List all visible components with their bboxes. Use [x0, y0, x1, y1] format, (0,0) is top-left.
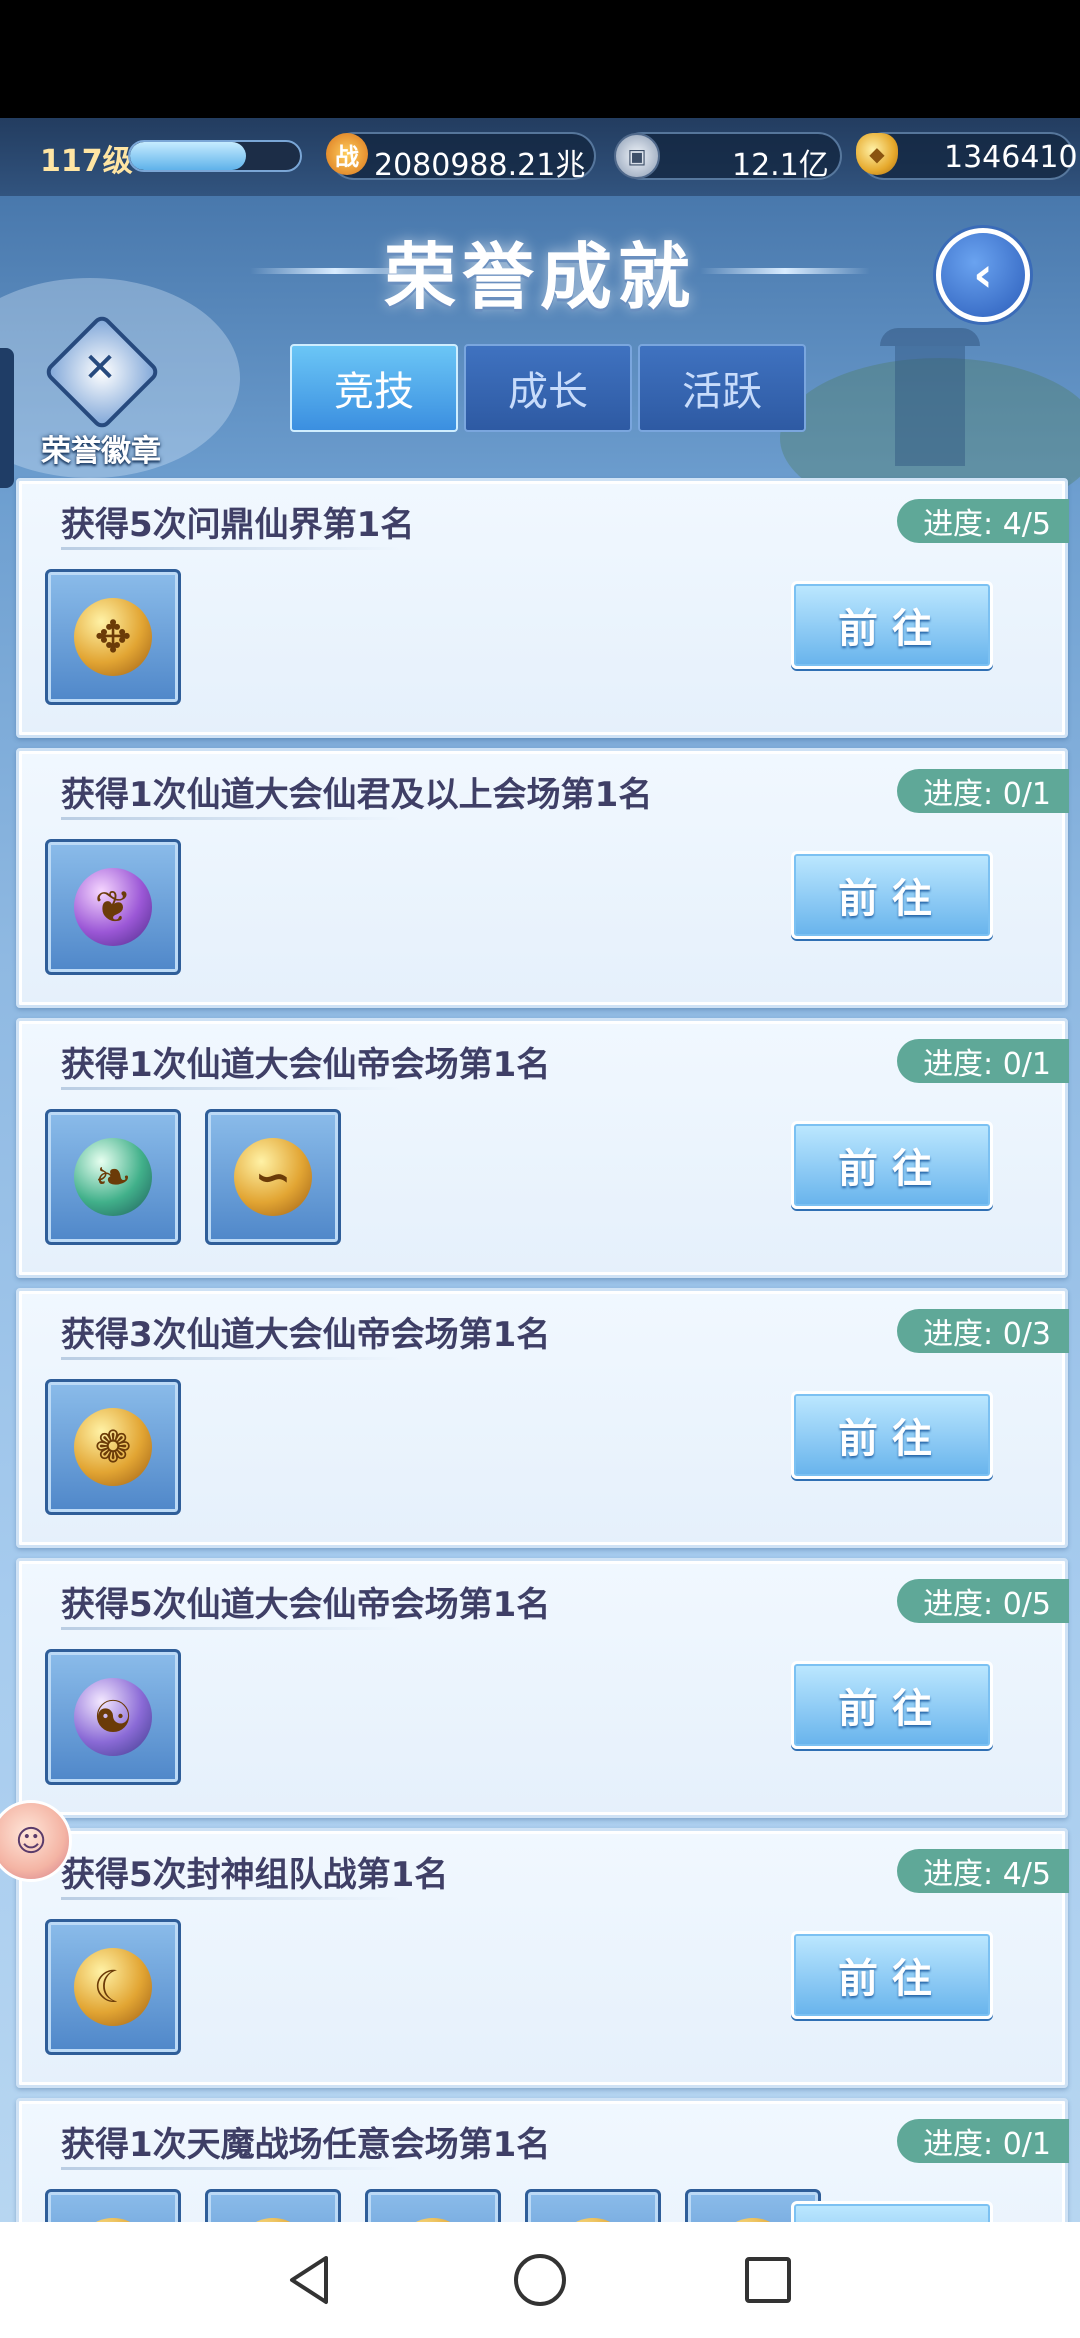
coin-value: 12.1亿 — [732, 148, 829, 183]
coin-pill: ▣ 12.1亿 — [614, 132, 842, 183]
gold-emblem-icon: ✥ — [74, 598, 152, 676]
silver-coin-icon: ▣ — [614, 133, 660, 179]
reward-slot[interactable]: ☯ — [45, 1649, 181, 1785]
power-value: 2080988.21兆 — [374, 148, 586, 183]
power-icon: 战 — [326, 133, 368, 175]
game-screen: 117级 战 2080988.21兆 ▣ 12.1亿 ◆ 1346410 荣誉成… — [0, 118, 1080, 2222]
reward-slot[interactable]: ✦ — [525, 2189, 661, 2222]
tab-arena[interactable]: 竞技 — [290, 344, 458, 432]
xp-bar — [128, 140, 302, 172]
nav-recents-button[interactable] — [738, 2250, 798, 2310]
resource-bar: 117级 战 2080988.21兆 ▣ 12.1亿 ◆ 1346410 — [0, 118, 1080, 196]
reward-slot[interactable]: ✦ — [365, 2189, 501, 2222]
achievement-card: 获得1次天魔战场任意会场第1名进度: 0/1✦✦✦✦✦前往 — [16, 2098, 1069, 2222]
side-drawer-handle[interactable] — [0, 348, 14, 488]
home-circle-icon — [514, 2254, 566, 2306]
achievement-title: 获得5次封神组队战第1名 — [61, 1855, 449, 1895]
title-underline — [61, 547, 401, 550]
achievement-title: 获得5次仙道大会仙帝会场第1名 — [61, 1585, 551, 1625]
achievement-title: 获得1次仙道大会仙君及以上会场第1名 — [61, 775, 653, 815]
gold-crescent-icon: ☾ — [74, 1948, 152, 2026]
gold-pill: ◆ 1346410 — [856, 132, 1078, 180]
achievement-title: 获得1次天魔战场任意会场第1名 — [61, 2125, 551, 2165]
achievement-card: 获得5次封神组队战第1名 进度: 4/5 ☾ 前往 — [16, 1828, 1069, 2088]
achievement-title: 获得5次问鼎仙界第1名 — [61, 505, 415, 545]
player-level: 117级 — [40, 144, 133, 179]
badge-label: 荣誉徽章 — [41, 434, 161, 469]
reward-slot[interactable]: ❧ — [45, 1109, 181, 1245]
achievement-card: 获得5次仙道大会仙帝会场第1名 进度: 0/5 ☯ 前往 — [16, 1558, 1069, 1818]
achievement-title: 获得1次仙道大会仙帝会场第1名 — [61, 1045, 551, 1085]
gold-flame-icon: ❁ — [74, 1408, 152, 1486]
achievement-card: 获得3次仙道大会仙帝会场第1名 进度: 0/3 ❁ 前往 — [16, 1288, 1069, 1548]
title-underline — [61, 1087, 401, 1090]
reward-slot[interactable]: ✦ — [45, 2189, 181, 2222]
tab-active[interactable]: 活跃 — [638, 344, 806, 432]
title-underline — [61, 1357, 401, 1360]
nav-back-button[interactable] — [280, 2250, 340, 2310]
back-triangle-icon — [290, 2256, 328, 2304]
gold-value: 1346410 — [944, 140, 1078, 175]
progress-badge: 进度: 0/5 — [897, 1579, 1069, 1623]
go-button[interactable]: 前往 — [791, 1661, 993, 1749]
go-button[interactable]: 前往 — [791, 1121, 993, 1209]
gold-ingot-icon: ◆ — [856, 133, 898, 175]
go-button[interactable]: 前往 — [791, 1391, 993, 1479]
achievement-card: 获得1次仙道大会仙君及以上会场第1名 进度: 0/1 ❦ 前往 — [16, 748, 1069, 1008]
purple-wings-icon: ❦ — [74, 868, 152, 946]
gold-dragon-icon: ∽ — [234, 1138, 312, 1216]
progress-badge: 进度: 4/5 — [897, 1849, 1069, 1893]
progress-badge: 进度: 0/1 — [897, 769, 1069, 813]
tab-growth[interactable]: 成长 — [464, 344, 632, 432]
title-underline — [61, 817, 401, 820]
reward-slot[interactable]: ✦ — [205, 2189, 341, 2222]
system-nav-bar — [0, 2222, 1080, 2338]
status-bar — [0, 0, 1080, 118]
go-button[interactable]: 前往 — [791, 851, 993, 939]
reward-slot[interactable]: ❦ — [45, 839, 181, 975]
progress-badge: 进度: 4/5 — [897, 499, 1069, 543]
xp-bar-fill — [130, 142, 246, 170]
progress-badge: 进度: 0/1 — [897, 2119, 1069, 2163]
power-pill: 战 2080988.21兆 — [326, 132, 596, 183]
reward-slot[interactable]: ∽ — [205, 1109, 341, 1245]
go-button[interactable]: 前往 — [791, 1931, 993, 2019]
nav-home-button[interactable] — [510, 2250, 570, 2310]
reward-slot[interactable]: ✥ — [45, 569, 181, 705]
page-title: 荣誉成就 — [383, 235, 696, 319]
green-wings-icon: ❧ — [74, 1138, 152, 1216]
achievement-card: 获得1次仙道大会仙帝会场第1名 进度: 0/1 ❧ ∽ 前往 — [16, 1018, 1069, 1278]
progress-badge: 进度: 0/1 — [897, 1039, 1069, 1083]
progress-badge: 进度: 0/3 — [897, 1309, 1069, 1353]
achievement-card: 获得5次问鼎仙界第1名 进度: 4/5 ✥ 前往 — [16, 478, 1069, 738]
reward-slot[interactable]: ❁ — [45, 1379, 181, 1515]
reward-slot[interactable]: ☾ — [45, 1919, 181, 2055]
recents-square-icon — [745, 2257, 791, 2303]
back-button[interactable]: ‹ — [936, 228, 1030, 322]
go-button[interactable]: 前往 — [791, 2201, 993, 2222]
yin-yang-icon: ☯ — [74, 1678, 152, 1756]
go-button[interactable]: 前往 — [791, 581, 993, 669]
back-arrow-icon: ‹ — [973, 247, 993, 303]
title-underline — [61, 1897, 401, 1900]
title-underline — [61, 1627, 401, 1630]
achievement-title: 获得3次仙道大会仙帝会场第1名 — [61, 1315, 551, 1355]
tab-bar: 竞技 成长 活跃 — [290, 344, 806, 434]
honor-badge[interactable]: ✕ 荣誉徽章 — [36, 312, 166, 470]
title-underline — [61, 2167, 401, 2170]
badge-mark-icon: ✕ — [83, 345, 117, 391]
